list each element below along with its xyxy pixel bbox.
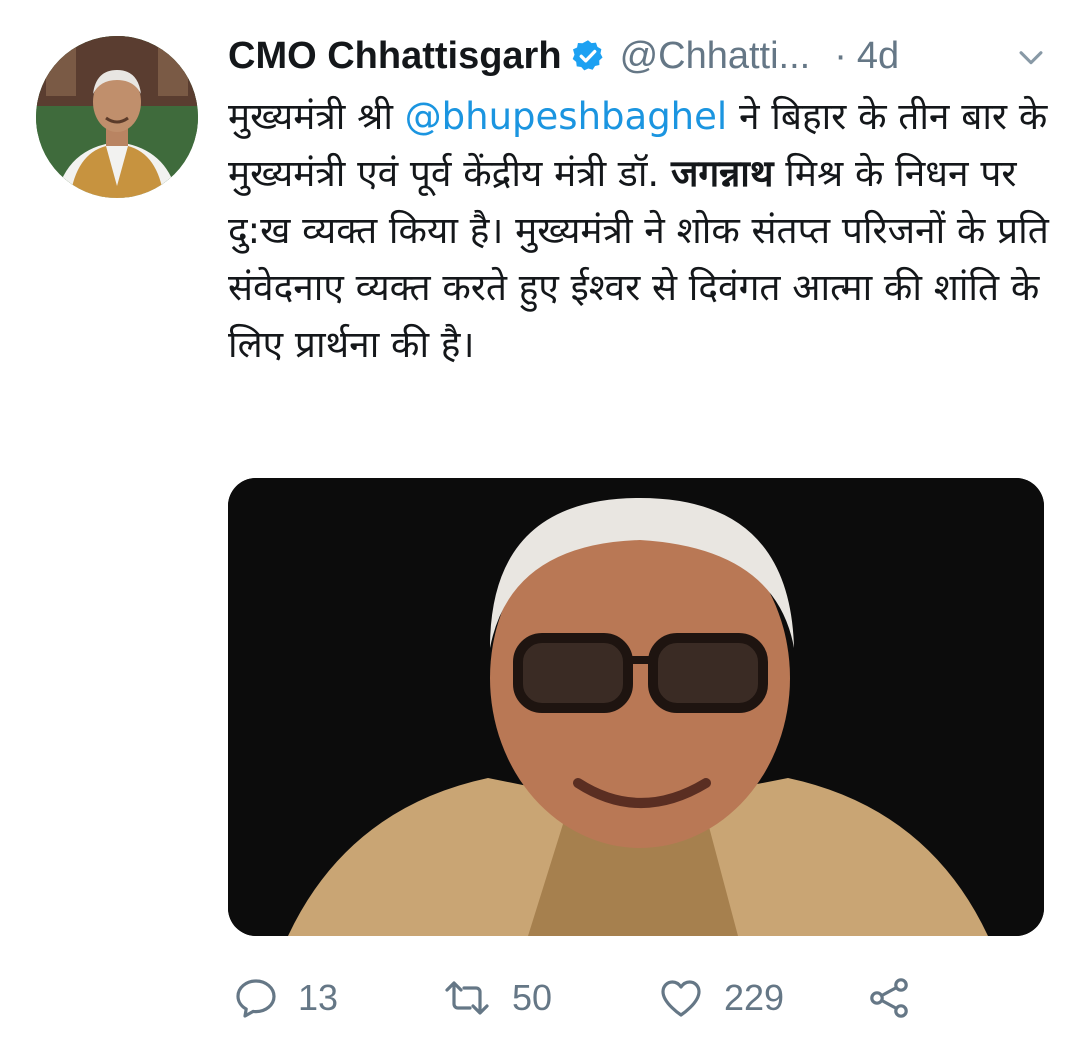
tweet-header: CMO Chhattisgarh @Chhatti... · 4d — [228, 26, 1058, 86]
share-icon — [870, 978, 908, 1018]
author-avatar[interactable] — [36, 36, 198, 198]
avatar-image — [36, 36, 198, 198]
tweet-text: मुख्यमंत्री श्री @bhupeshbaghel ने बिहार… — [228, 88, 1058, 373]
portrait-image — [228, 478, 1044, 936]
tweet-actions: 13 50 229 — [228, 970, 1048, 1026]
reply-icon — [236, 979, 276, 1018]
tweet-timestamp[interactable]: 4d — [857, 35, 899, 78]
tweet-photo[interactable] — [228, 478, 1044, 936]
reply-count: 13 — [298, 977, 339, 1018]
tweet-text-bold-name: जगन्नाथ — [670, 152, 774, 195]
retweet-icon — [445, 981, 489, 1015]
chevron-down-icon[interactable] — [1014, 40, 1048, 74]
separator-dot: · — [834, 34, 847, 77]
retweet-count: 50 — [512, 977, 553, 1018]
reply-button[interactable]: 13 — [232, 970, 338, 1026]
share-button[interactable] — [864, 970, 914, 1026]
like-count: 229 — [724, 977, 785, 1018]
retweet-button[interactable]: 50 — [440, 970, 552, 1026]
like-button[interactable]: 229 — [656, 970, 784, 1026]
verified-badge-icon — [570, 38, 606, 74]
heart-icon — [661, 980, 701, 1017]
tweet-text-prefix: मुख्यमंत्री श्री — [228, 95, 405, 138]
author-name[interactable]: CMO Chhattisgarh — [228, 35, 562, 78]
author-handle[interactable]: @Chhatti... — [620, 35, 811, 78]
mention-link[interactable]: @bhupeshbaghel — [405, 95, 728, 138]
